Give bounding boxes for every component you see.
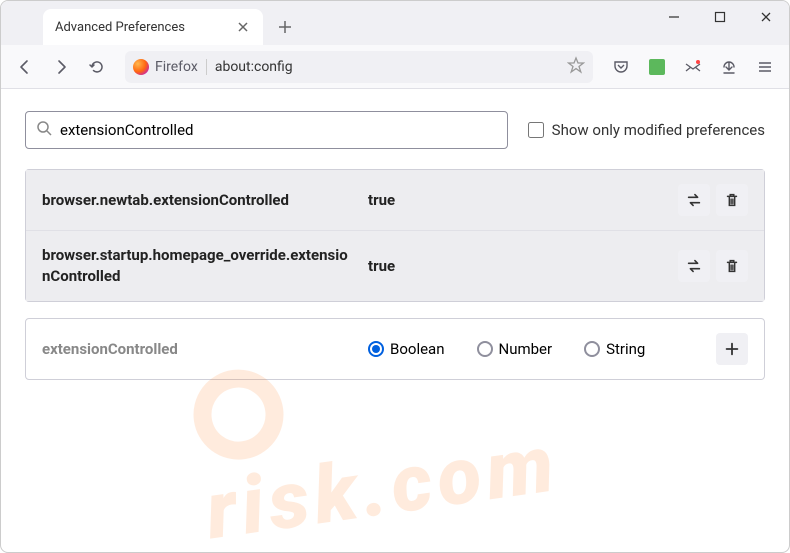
type-option-boolean[interactable]: Boolean [368, 340, 445, 358]
forward-button[interactable] [45, 51, 77, 83]
toggle-button[interactable] [678, 250, 710, 282]
urlbar-url: about:config [215, 59, 559, 75]
show-modified-checkbox[interactable] [528, 122, 544, 138]
firefox-icon [133, 59, 149, 75]
delete-button[interactable] [716, 250, 748, 282]
pref-value: true [368, 191, 662, 209]
toggle-button[interactable] [678, 184, 710, 216]
radio-boolean[interactable] [368, 341, 384, 357]
pref-row[interactable]: browser.startup.homepage_override.extens… [26, 230, 764, 301]
pref-name: browser.newtab.extensionControlled [42, 190, 352, 211]
close-window-button[interactable] [743, 1, 789, 33]
tab-title: Advanced Preferences [55, 20, 185, 35]
type-option-number[interactable]: Number [477, 340, 553, 358]
reload-button[interactable] [81, 51, 113, 83]
download-icon[interactable] [713, 51, 745, 83]
url-bar[interactable]: Firefox about:config [125, 51, 593, 83]
new-preference-row: extensionControlled Boolean Number Strin… [25, 318, 765, 380]
window-controls [651, 1, 789, 45]
tab-advanced-preferences[interactable]: Advanced Preferences [43, 9, 263, 45]
type-option-string[interactable]: String [584, 340, 645, 358]
add-preference-button[interactable] [716, 333, 748, 365]
navigation-toolbar: Firefox about:config [1, 45, 789, 89]
maximize-button[interactable] [697, 1, 743, 33]
bookmark-star-icon[interactable] [567, 56, 585, 78]
browser-window: Advanced Preferences [0, 0, 790, 553]
new-pref-name: extensionControlled [42, 340, 352, 358]
new-tab-button[interactable] [271, 13, 299, 41]
pocket-icon[interactable] [605, 51, 637, 83]
delete-button[interactable] [716, 184, 748, 216]
back-button[interactable] [9, 51, 41, 83]
inbox-icon[interactable] [677, 51, 709, 83]
search-icon [36, 120, 52, 140]
pref-value: true [368, 257, 662, 275]
extension-icon[interactable] [641, 51, 673, 83]
pref-row[interactable]: browser.newtab.extensionControlled true [26, 170, 764, 230]
type-options: Boolean Number String [368, 340, 700, 358]
search-row: Show only modified preferences [25, 111, 765, 149]
type-label: Boolean [390, 340, 445, 358]
search-box[interactable] [25, 111, 508, 149]
urlbar-identity[interactable]: Firefox [133, 59, 207, 75]
checkbox-text: Show only modified preferences [552, 121, 765, 139]
type-label: Number [499, 340, 553, 358]
pref-name: browser.startup.homepage_override.extens… [42, 245, 352, 287]
show-modified-checkbox-label[interactable]: Show only modified preferences [528, 121, 765, 139]
minimize-button[interactable] [651, 1, 697, 33]
search-input[interactable] [60, 121, 497, 139]
close-tab-icon[interactable] [235, 19, 251, 35]
tab-bar: Advanced Preferences [1, 1, 789, 45]
radio-number[interactable] [477, 341, 493, 357]
urlbar-identity-label: Firefox [155, 59, 198, 75]
type-label: String [606, 340, 645, 358]
radio-string[interactable] [584, 341, 600, 357]
pref-actions [678, 250, 748, 282]
menu-button[interactable] [749, 51, 781, 83]
pref-actions [678, 184, 748, 216]
preferences-table: browser.newtab.extensionControlled true … [25, 169, 765, 302]
content-area: Show only modified preferences browser.n… [1, 89, 789, 402]
